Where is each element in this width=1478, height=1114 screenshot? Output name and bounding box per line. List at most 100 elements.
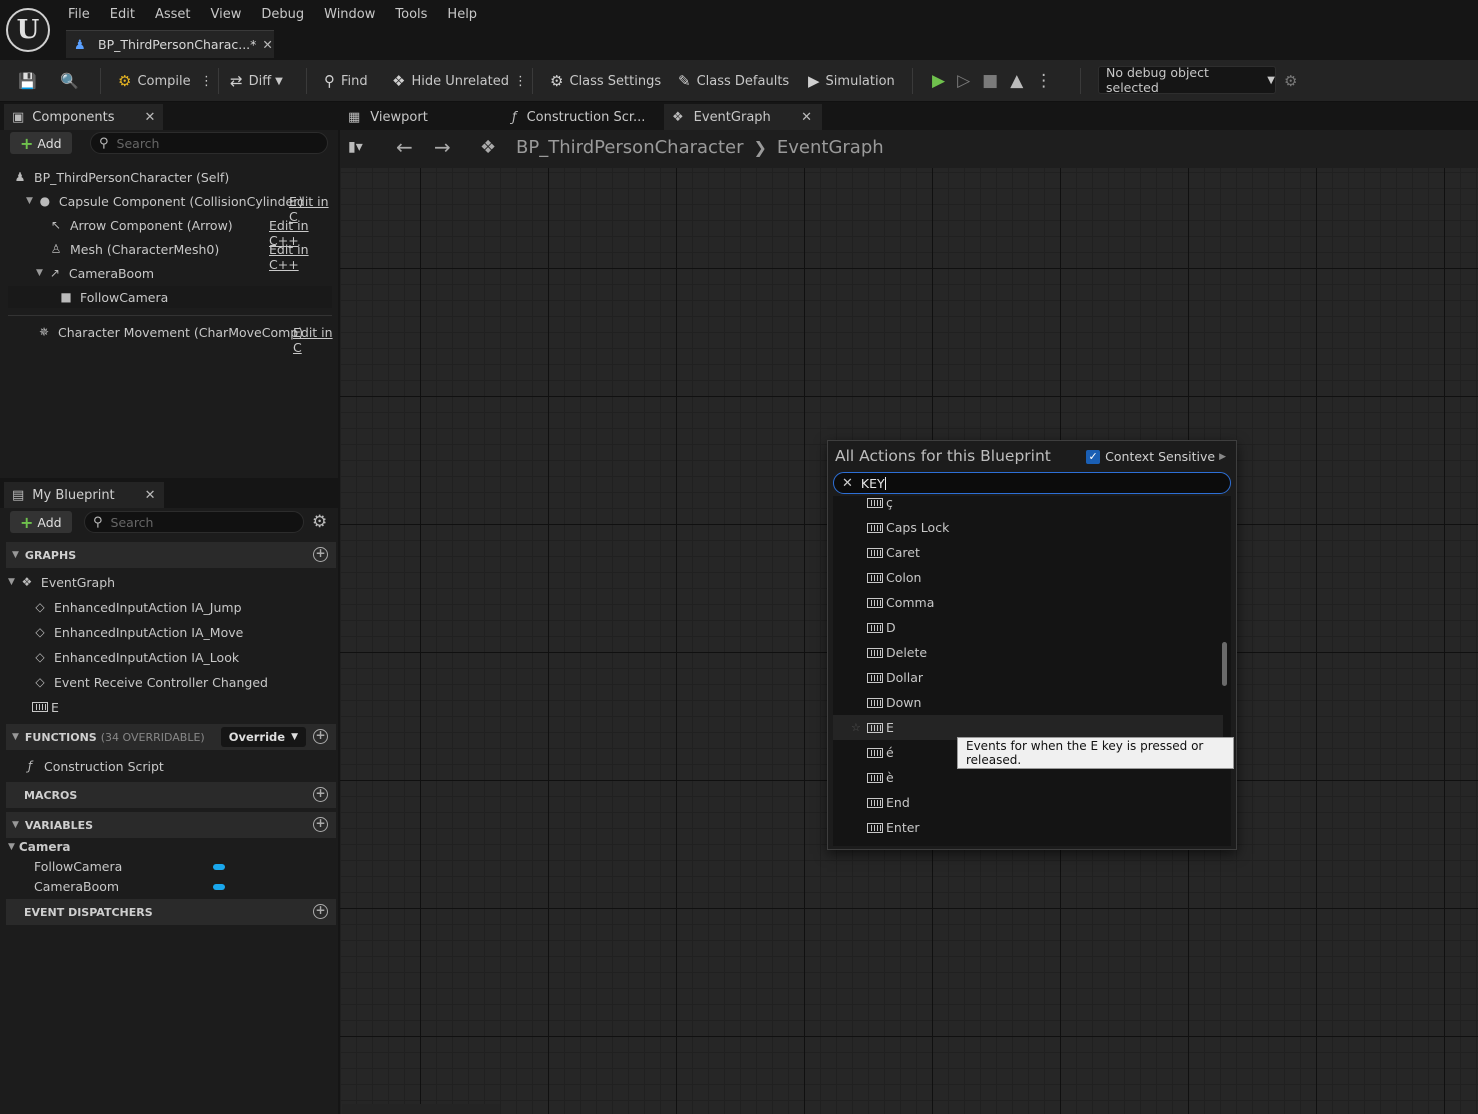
class-defaults-button[interactable]: ✎ Class Defaults <box>678 60 789 102</box>
event-item[interactable]: E <box>32 696 59 718</box>
play-icon[interactable]: ▶ <box>932 71 945 91</box>
hide-unrelated-button[interactable]: ❖ Hide Unrelated <box>392 60 509 102</box>
menu-edit[interactable]: Edit <box>100 6 145 24</box>
expand-icon[interactable]: ▼ <box>26 196 33 206</box>
component-mesh[interactable]: ♙ Mesh (CharacterMesh0) <box>48 238 220 260</box>
menu-window[interactable]: Window <box>314 6 385 24</box>
event-item[interactable]: ◇ EnhancedInputAction IA_Jump <box>32 596 241 618</box>
debug-filter-icon[interactable]: ⚙ <box>1284 60 1303 102</box>
save-button[interactable]: 💾 <box>18 60 43 102</box>
component-followcamera[interactable]: ■ FollowCamera <box>8 286 332 308</box>
override-dropdown[interactable]: Override ▼ <box>220 727 306 747</box>
close-icon[interactable]: ✕ <box>262 37 272 52</box>
edit-in-cpp-link[interactable]: Edit in C++ <box>269 242 338 272</box>
stop-icon[interactable]: ■ <box>982 71 998 91</box>
step-icon[interactable]: ▷ <box>957 71 970 91</box>
menu-debug[interactable]: Debug <box>251 6 314 24</box>
action-item[interactable]: Dollar <box>833 665 1223 690</box>
action-item[interactable]: Caps Lock <box>833 515 1223 540</box>
breadcrumb-graph[interactable]: EventGraph <box>777 137 884 158</box>
find-options-icon[interactable]: ⋮ <box>514 60 527 102</box>
checkbox-checked-icon[interactable]: ✓ <box>1086 449 1101 464</box>
class-settings-button[interactable]: ⚙ Class Settings <box>550 60 661 102</box>
action-list-scrollbar[interactable] <box>1222 642 1227 686</box>
action-item[interactable]: Enter <box>833 815 1223 840</box>
component-arrow[interactable]: ↖ Arrow Component (Arrow) <box>48 214 233 236</box>
add-dispatcher-icon[interactable]: + <box>313 904 328 919</box>
favorite-star-icon[interactable]: ☆ <box>851 721 861 734</box>
variables-section-header[interactable]: ▼ VARIABLES + <box>6 812 336 838</box>
add-function-icon[interactable]: + <box>313 729 328 744</box>
variable-item[interactable]: CameraBoom <box>34 875 119 897</box>
eject-icon[interactable]: ▲ <box>1010 71 1023 91</box>
gear-icon[interactable]: ⚙ <box>312 512 327 532</box>
compile-options-icon[interactable]: ⋮ <box>200 60 213 102</box>
component-self[interactable]: ♟ BP_ThirdPersonCharacter (Self) <box>12 166 230 188</box>
context-sensitive-toggle[interactable]: ✓ Context Sensitive ▶ <box>1086 449 1226 464</box>
menu-help[interactable]: Help <box>437 6 487 24</box>
expand-icon[interactable]: ▼ <box>36 268 43 278</box>
menu-tools[interactable]: Tools <box>385 6 437 24</box>
action-item[interactable]: Comma <box>833 590 1223 615</box>
event-item[interactable]: ◇ EnhancedInputAction IA_Move <box>32 621 243 643</box>
bookmark-icon[interactable]: ▮▾ <box>348 139 363 155</box>
action-item[interactable]: ç <box>833 496 1223 515</box>
function-item[interactable]: ƒ Construction Script <box>22 755 164 777</box>
action-search-input[interactable]: ✕ KEY <box>833 472 1231 494</box>
simulation-button[interactable]: ▶ Simulation <box>808 60 895 102</box>
action-item[interactable]: Delete <box>833 640 1223 665</box>
menu-file[interactable]: File <box>58 6 100 24</box>
component-capsule[interactable]: ▼ ● Capsule Component (CollisionCylinder… <box>26 190 303 212</box>
event-dispatchers-section-header[interactable]: EVENT DISPATCHERS + <box>6 899 336 925</box>
menu-asset[interactable]: Asset <box>145 6 201 24</box>
compiler-results-tab[interactable] <box>342 1104 500 1114</box>
action-item[interactable]: Colon <box>833 565 1223 590</box>
debug-object-select[interactable]: No debug object selected ▼ <box>1098 65 1276 95</box>
breadcrumb-blueprint[interactable]: BP_ThirdPersonCharacter <box>516 137 743 158</box>
component-character-movement[interactable]: ✵ Character Movement (CharMoveComp) <box>36 321 303 343</box>
close-icon[interactable]: ✕ <box>801 110 812 125</box>
action-item[interactable]: Caret <box>833 540 1223 565</box>
action-item[interactable]: D <box>833 615 1223 640</box>
tab-eventgraph[interactable]: ❖ EventGraph ✕ <box>664 104 822 130</box>
edit-in-cpp-link[interactable]: Edit in C <box>293 325 338 355</box>
graph-eventgraph[interactable]: ▼ ❖ EventGraph <box>8 571 115 593</box>
variable-item[interactable]: FollowCamera <box>34 855 122 877</box>
functions-section-header[interactable]: ▼ FUNCTIONS (34 OVERRIDABLE) Override ▼ … <box>6 724 336 750</box>
graphs-section-header[interactable]: ▼ GRAPHS + <box>6 542 336 568</box>
forward-arrow-icon[interactable]: → <box>434 135 451 159</box>
add-graph-icon[interactable]: + <box>313 547 328 562</box>
back-arrow-icon[interactable]: ← <box>396 135 413 159</box>
event-item[interactable]: ◇ Event Receive Controller Changed <box>32 671 268 693</box>
clear-icon[interactable]: ✕ <box>842 476 853 491</box>
event-item[interactable]: ◇ EnhancedInputAction IA_Look <box>32 646 239 668</box>
play-options-icon[interactable]: ⋮ <box>1035 71 1052 91</box>
add-component-button[interactable]: + Add <box>10 132 72 154</box>
expand-icon[interactable]: ▼ <box>8 842 15 852</box>
browse-button[interactable]: 🔍 <box>60 60 85 102</box>
expand-icon[interactable]: ▼ <box>8 577 15 587</box>
add-member-button[interactable]: + Add <box>10 511 72 533</box>
components-search-input[interactable]: ⚲ Search <box>90 132 328 154</box>
my-blueprint-tab[interactable]: ▤ My Blueprint ✕ <box>4 482 164 508</box>
tab-construction-script[interactable]: ƒ Construction Scr... <box>504 104 653 130</box>
my-blueprint-search-input[interactable]: ⚲ Search <box>84 511 304 533</box>
menu-view[interactable]: View <box>201 6 252 24</box>
chevron-right-icon[interactable]: ▶ <box>1219 452 1226 462</box>
tab-viewport[interactable]: ▦ Viewport <box>340 104 436 130</box>
close-icon[interactable]: ✕ <box>145 488 156 503</box>
action-item[interactable]: Down <box>833 690 1223 715</box>
close-icon[interactable]: ✕ <box>145 110 156 125</box>
add-macro-icon[interactable]: + <box>313 787 328 802</box>
graph-hierarchy-icon[interactable]: ❖ <box>480 137 496 158</box>
components-tab[interactable]: ▣ Components ✕ <box>4 104 164 130</box>
action-item[interactable]: End <box>833 790 1223 815</box>
component-cameraboom[interactable]: ▼ ↗ CameraBoom <box>36 262 154 284</box>
document-tab[interactable]: ♟ BP_ThirdPersonCharac...* ✕ <box>66 30 274 58</box>
compile-button[interactable]: ⚙ Compile <box>118 60 191 102</box>
unreal-logo[interactable]: U <box>6 8 50 52</box>
macros-section-header[interactable]: MACROS + <box>6 782 336 808</box>
find-button[interactable]: ⚲ Find <box>324 60 368 102</box>
add-variable-icon[interactable]: + <box>313 817 328 832</box>
diff-button[interactable]: ⇄ Diff ▼ <box>230 60 283 102</box>
